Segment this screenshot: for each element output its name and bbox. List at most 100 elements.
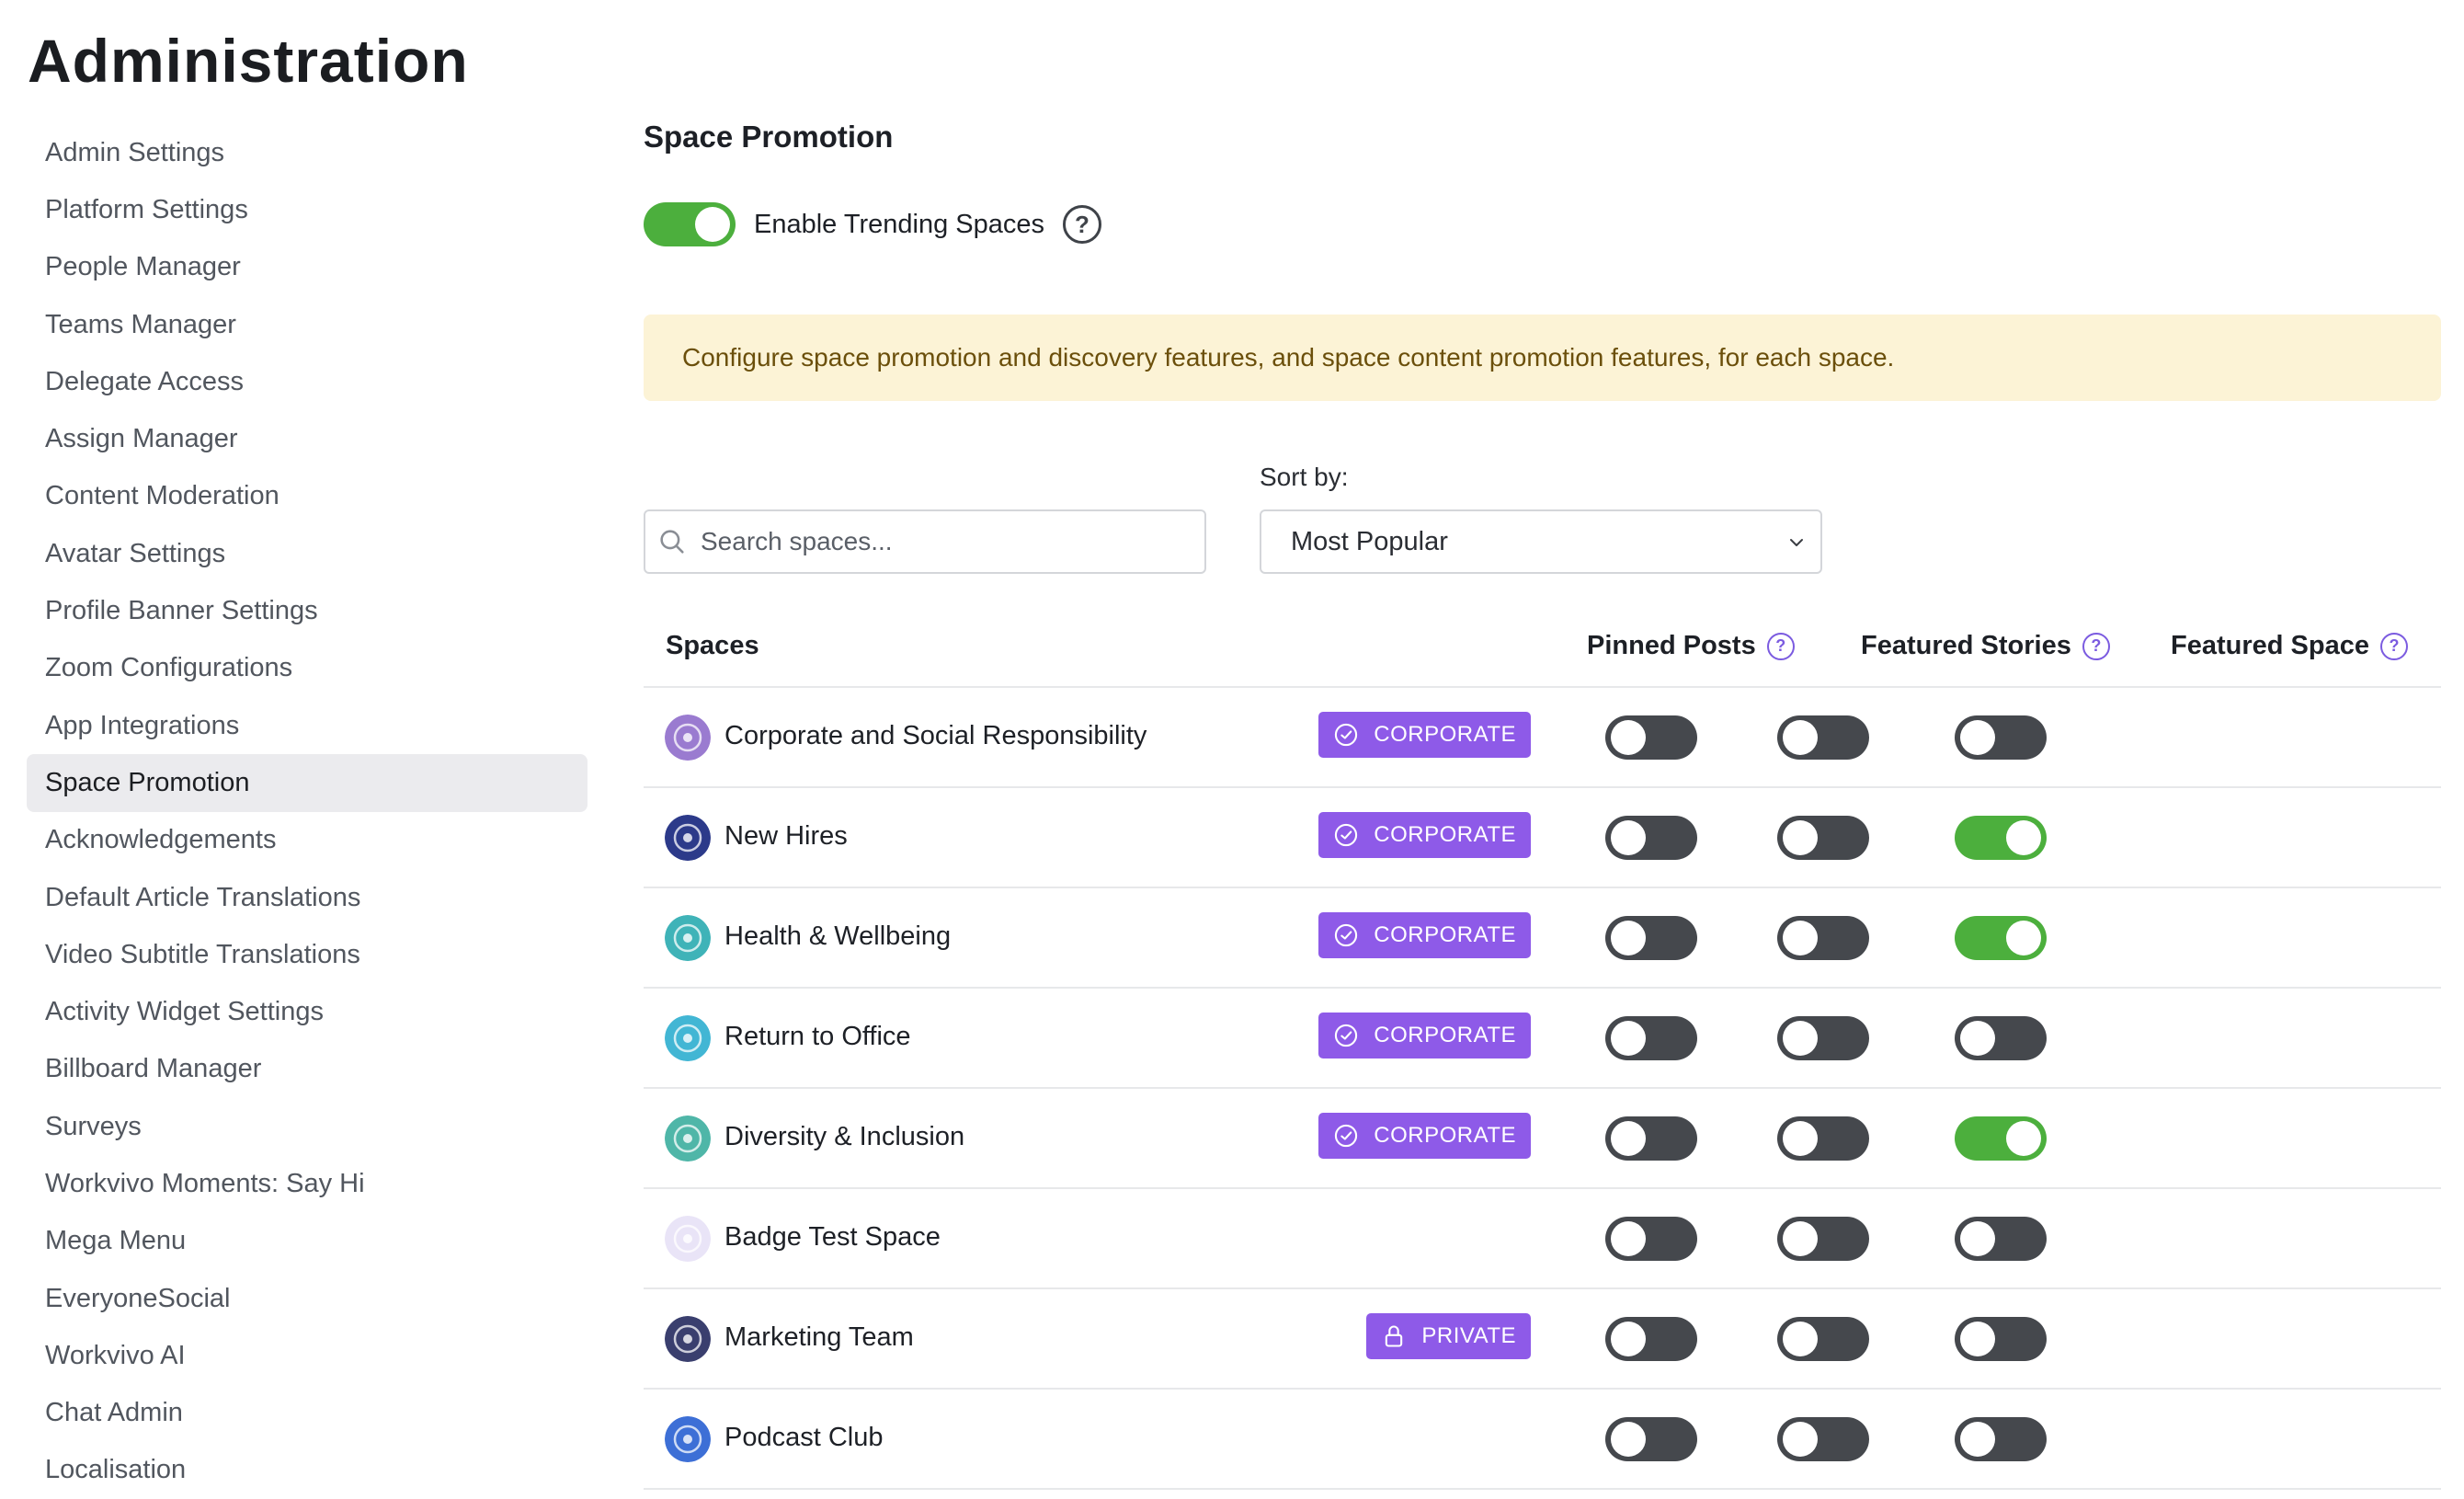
toggle-knob <box>1611 1121 1646 1156</box>
help-icon[interactable]: ? <box>2379 632 2408 660</box>
pinned-posts-toggle[interactable] <box>1605 1116 1697 1161</box>
sidebar-item[interactable]: Delegate Access <box>27 353 587 410</box>
sort-select[interactable]: Most Popular <box>1260 509 1822 574</box>
pinned-posts-toggle[interactable] <box>1605 715 1697 760</box>
toggle-knob <box>1611 1322 1646 1356</box>
toggle-knob <box>695 207 730 242</box>
sidebar-item[interactable]: Zoom Configurations <box>27 640 587 697</box>
sidebar-item[interactable]: Space Promotion <box>27 754 587 812</box>
check-circle-icon <box>1333 922 1374 948</box>
featured-space-toggle[interactable] <box>1955 1016 2047 1060</box>
sidebar-item[interactable]: Workvivo Moments: Say Hi <box>27 1155 587 1212</box>
featured-stories-toggle[interactable] <box>1777 916 1869 960</box>
table-row: Return to Office CORPORATE <box>644 989 2441 1089</box>
lock-icon <box>1381 1323 1421 1349</box>
sidebar-item[interactable]: Teams Manager <box>27 296 587 353</box>
header-featured-space-label: Featured Space <box>2171 631 2369 660</box>
featured-stories-toggle[interactable] <box>1777 715 1869 760</box>
featured-stories-toggle[interactable] <box>1777 1217 1869 1261</box>
header-spaces: Spaces <box>666 631 759 661</box>
featured-stories-toggle[interactable] <box>1777 1116 1869 1161</box>
featured-space-toggle[interactable] <box>1955 916 2047 960</box>
sidebar-item[interactable]: Activity Widget Settings <box>27 983 587 1040</box>
header-featured-stories-label: Featured Stories <box>1861 631 2071 660</box>
help-icon[interactable]: ? <box>2082 632 2110 660</box>
pinned-posts-toggle[interactable] <box>1605 916 1697 960</box>
space-name[interactable]: Health & Wellbeing <box>724 921 951 952</box>
sidebar-item[interactable]: Workvivo AI <box>27 1327 587 1384</box>
spaces-table: Spaces Pinned Posts? Featured Stories? F… <box>644 614 2441 1490</box>
badge-label: CORPORATE <box>1374 722 1516 747</box>
sidebar-item[interactable]: Chat Admin <box>27 1385 587 1442</box>
sidebar-item[interactable]: Billboard Manager <box>27 1041 587 1098</box>
trending-spaces-label: Enable Trending Spaces <box>754 209 1044 239</box>
toggle-knob <box>1783 1322 1818 1356</box>
featured-stories-toggle[interactable] <box>1777 816 1869 860</box>
toggle-knob <box>1960 1221 1995 1256</box>
featured-stories-toggle[interactable] <box>1777 1417 1869 1461</box>
space-name[interactable]: Marketing Team <box>724 1322 914 1353</box>
table-row: New Hires CORPORATE <box>644 788 2441 888</box>
sidebar-item[interactable]: Content Moderation <box>27 468 587 525</box>
featured-space-toggle[interactable] <box>1955 1417 2047 1461</box>
space-name[interactable]: Diversity & Inclusion <box>724 1122 964 1152</box>
check-circle-icon <box>1333 1023 1374 1048</box>
search-box[interactable] <box>644 509 1206 574</box>
sidebar-item[interactable]: EveryoneSocial <box>27 1270 587 1327</box>
toggle-knob <box>1611 720 1646 755</box>
table-row: Corporate and Social Responsibility CORPO… <box>644 688 2441 788</box>
sidebar-item[interactable]: Assign Manager <box>27 410 587 467</box>
info-notice: Configure space promotion and discovery … <box>644 315 2441 401</box>
space-avatar <box>665 715 711 761</box>
sidebar-item[interactable]: Surveys <box>27 1098 587 1155</box>
toggle-knob <box>1611 1422 1646 1457</box>
sidebar-item[interactable]: Profile Banner Settings <box>27 582 587 639</box>
sidebar-item[interactable]: Default Article Translations <box>27 869 587 926</box>
space-avatar <box>665 815 711 861</box>
pinned-posts-toggle[interactable] <box>1605 1317 1697 1361</box>
toggle-knob <box>1611 820 1646 855</box>
table-row: Podcast Club <box>644 1390 2441 1490</box>
space-avatar <box>665 1416 711 1462</box>
space-name[interactable]: New Hires <box>724 821 848 852</box>
pinned-posts-toggle[interactable] <box>1605 1417 1697 1461</box>
pinned-posts-toggle[interactable] <box>1605 816 1697 860</box>
sidebar-item[interactable]: People Manager <box>27 239 587 296</box>
featured-space-toggle[interactable] <box>1955 715 2047 760</box>
featured-space-toggle[interactable] <box>1955 1116 2047 1161</box>
help-icon[interactable]: ? <box>1063 205 1101 244</box>
sidebar-item[interactable]: Mega Menu <box>27 1213 587 1270</box>
featured-space-toggle[interactable] <box>1955 816 2047 860</box>
toggle-knob <box>2006 921 2041 955</box>
sidebar-item[interactable]: App Integrations <box>27 697 587 754</box>
space-name[interactable]: Return to Office <box>724 1022 911 1052</box>
sidebar-item[interactable]: Admin Settings <box>27 124 587 181</box>
featured-space-toggle[interactable] <box>1955 1317 2047 1361</box>
toggle-knob <box>2006 820 2041 855</box>
space-avatar <box>665 915 711 961</box>
featured-space-toggle[interactable] <box>1955 1217 2047 1261</box>
help-icon[interactable]: ? <box>1766 632 1795 660</box>
corporate-badge: CORPORATE <box>1318 1013 1531 1058</box>
space-name[interactable]: Corporate and Social Responsibility <box>724 721 1146 751</box>
sidebar-item[interactable]: Localisation <box>27 1442 587 1499</box>
featured-stories-toggle[interactable] <box>1777 1016 1869 1060</box>
pinned-posts-toggle[interactable] <box>1605 1217 1697 1261</box>
sidebar-item[interactable]: Platform Settings <box>27 181 587 238</box>
space-name[interactable]: Badge Test Space <box>724 1222 941 1253</box>
sidebar-item[interactable]: Acknowledgements <box>27 812 587 869</box>
search-input[interactable] <box>701 527 1179 556</box>
pinned-posts-toggle[interactable] <box>1605 1016 1697 1060</box>
badge-label: CORPORATE <box>1374 1023 1516 1047</box>
featured-stories-toggle[interactable] <box>1777 1317 1869 1361</box>
sidebar-item[interactable]: Video Subtitle Translations <box>27 926 587 983</box>
space-name[interactable]: Podcast Club <box>724 1423 884 1453</box>
sidebar: Admin Settings Platform Settings People Ma… <box>27 124 587 1499</box>
trending-spaces-toggle[interactable] <box>644 202 736 246</box>
sort-label: Sort by: <box>1260 463 1349 491</box>
header-featured-space: Featured Space? <box>2171 631 2408 661</box>
trending-row: Enable Trending Spaces ? <box>644 201 1101 247</box>
sidebar-item[interactable]: Avatar Settings <box>27 525 587 582</box>
toggle-knob <box>1783 820 1818 855</box>
toggle-knob <box>1783 1422 1818 1457</box>
